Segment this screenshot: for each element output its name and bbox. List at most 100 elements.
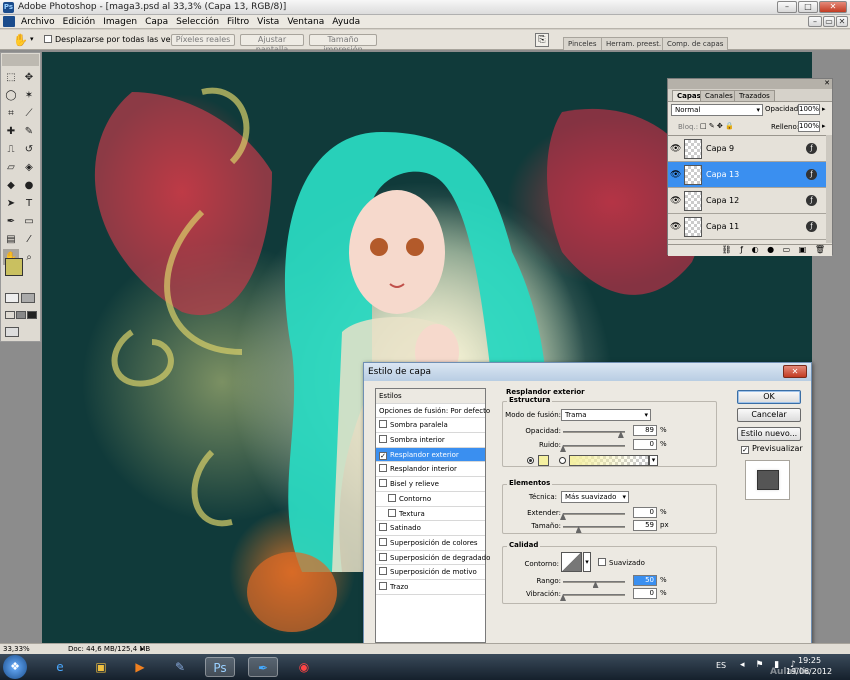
menu-3[interactable]: Capa [141,15,172,29]
glow-opacity-input[interactable]: 89 [633,425,657,436]
menu-8[interactable]: Ayuda [328,15,364,29]
layer-thumbnail[interactable] [684,165,702,185]
standard-mode-icon[interactable] [5,293,19,303]
doc-close-button[interactable]: ✕ [836,16,848,27]
spread-slider[interactable] [563,513,625,515]
app-menu-icon[interactable] [3,16,15,27]
magic-wand-tool-icon[interactable]: ✶ [21,87,37,103]
ok-button[interactable]: OK [737,390,801,404]
drawing-app-icon[interactable]: ✒ [248,657,278,677]
screen-mode-standard-icon[interactable] [5,311,15,319]
layer-row[interactable]: 👁 Capa 9 ƒ [668,136,826,162]
slice-tool-icon[interactable]: ⟋ [21,105,37,121]
cancel-button[interactable]: Cancelar [737,408,801,422]
layer-row[interactable]: 👁 Capa 11 ƒ [668,214,826,240]
screen-mode-full-icon[interactable] [27,311,37,319]
style-checkbox[interactable] [379,581,387,590]
glow-color-swatch[interactable] [538,455,549,466]
style-checkbox[interactable] [379,552,387,561]
print-size-button[interactable]: Tamaño impresión [309,34,377,54]
jump-to-imageready-icon[interactable] [5,327,19,337]
style-item[interactable]: Textura [376,507,485,522]
style-checkbox[interactable] [379,537,387,546]
menu-2[interactable]: Imagen [99,15,141,29]
layer-effects-icon[interactable]: ƒ [806,169,817,180]
photoshop-taskbar-icon[interactable]: Ps [205,657,235,677]
path-selection-tool-icon[interactable]: ➤ [3,195,19,211]
tab-paths[interactable]: Trazados [734,90,775,101]
visibility-eye-icon[interactable]: 👁 [670,170,681,180]
language-indicator[interactable]: ES [716,661,726,670]
screen-mode-full-menu-icon[interactable] [16,311,26,319]
type-tool-icon[interactable]: T [21,195,37,211]
color-radio[interactable] [527,457,534,464]
scroll-all-checkbox[interactable] [44,35,52,43]
blend-mode-select[interactable]: Normal ▾ [671,104,763,116]
technique-select[interactable]: Más suavizado ▾ [561,491,629,503]
preview-checkbox[interactable]: ✓ [741,446,749,454]
layer-effects-icon[interactable]: ƒ [806,221,817,232]
style-checkbox[interactable] [388,508,396,517]
dodge-tool-icon[interactable]: ● [21,177,37,193]
layer-name[interactable]: Capa 13 [706,170,739,179]
doc-minimize-button[interactable]: – [808,16,822,27]
file-browser-icon[interactable]: ⎘ [535,33,549,47]
history-brush-tool-icon[interactable]: ↺ [21,141,37,157]
eyedropper-tool-icon[interactable]: ⁄ [21,231,37,247]
layer-row[interactable]: 👁 Capa 13 ƒ [668,162,826,188]
contour-preview[interactable] [561,552,582,572]
style-checkbox[interactable] [379,464,387,473]
maximize-button[interactable]: □ [798,1,818,13]
layer-effects-icon[interactable]: ƒ [806,195,817,206]
opacity-slider-arrow-icon[interactable]: ▸ [822,105,826,113]
internet-explorer-icon[interactable]: e [45,657,75,677]
jitter-input[interactable]: 0 [633,588,657,599]
layer-opacity-input[interactable]: 100% [798,104,820,115]
dialog-close-button[interactable]: ✕ [783,365,807,378]
gradient-dropdown-icon[interactable]: ▾ [649,455,658,466]
size-slider[interactable] [563,526,625,528]
style-checkbox[interactable]: ✓ [379,451,387,460]
size-input[interactable]: 59 [633,520,657,531]
foreground-color-swatch[interactable] [5,258,23,276]
fill-slider-arrow-icon[interactable]: ▸ [822,122,826,130]
menu-6[interactable]: Vista [253,15,283,29]
style-item[interactable]: Trazo [376,580,485,595]
glow-opacity-slider[interactable] [563,431,625,433]
menu-5[interactable]: Filtro [223,15,253,29]
contour-dropdown-icon[interactable]: ▾ [583,552,591,572]
menu-1[interactable]: Edición [59,15,100,29]
range-input[interactable]: 50 [633,575,657,586]
tab-tool-presets[interactable]: Herram. preest. [601,37,667,50]
tool-preset-dropdown-icon[interactable]: ▾ [30,35,34,43]
tab-brushes[interactable]: Pinceles [563,37,602,50]
style-checkbox[interactable] [379,523,387,532]
lock-icons[interactable]: □ ✎ ✥ 🔒 [700,122,734,130]
layer-name[interactable]: Capa 11 [706,222,739,231]
gradient-radio[interactable] [559,457,566,464]
style-checkbox[interactable] [379,567,387,576]
eraser-tool-icon[interactable]: ▱ [3,159,19,175]
zoom-tool-icon[interactable]: ⌕ [21,249,37,265]
style-item[interactable]: Contorno [376,492,485,507]
hand-tool-icon[interactable]: ✋ [13,33,28,47]
new-style-button[interactable]: Estilo nuevo... [737,427,801,441]
style-item[interactable]: Superposición de degradado [376,551,490,566]
style-item[interactable]: Sombra interior [376,433,485,448]
style-item[interactable]: Sombra paralela [376,418,485,434]
pen-tool-icon[interactable]: ✒ [3,213,19,229]
clone-stamp-tool-icon[interactable]: ⎍ [3,141,19,157]
style-checkbox[interactable] [388,493,396,502]
layer-thumbnail[interactable] [684,139,702,159]
actual-pixels-button[interactable]: Píxeles reales [171,34,235,46]
zoom-level[interactable]: 33,33% [3,644,30,654]
start-button-icon[interactable]: ❖ [3,655,27,679]
menu-4[interactable]: Selección [172,15,223,29]
crop-tool-icon[interactable]: ⌗ [3,105,19,121]
style-item[interactable]: Opciones de fusión: Por defecto [376,404,490,419]
layer-name[interactable]: Capa 9 [706,144,734,153]
move-tool-icon[interactable]: ✥ [21,69,37,85]
visibility-eye-icon[interactable]: 👁 [670,196,681,206]
notes-tool-icon[interactable]: ▤ [3,231,19,247]
tab-channels[interactable]: Canales [700,90,738,101]
